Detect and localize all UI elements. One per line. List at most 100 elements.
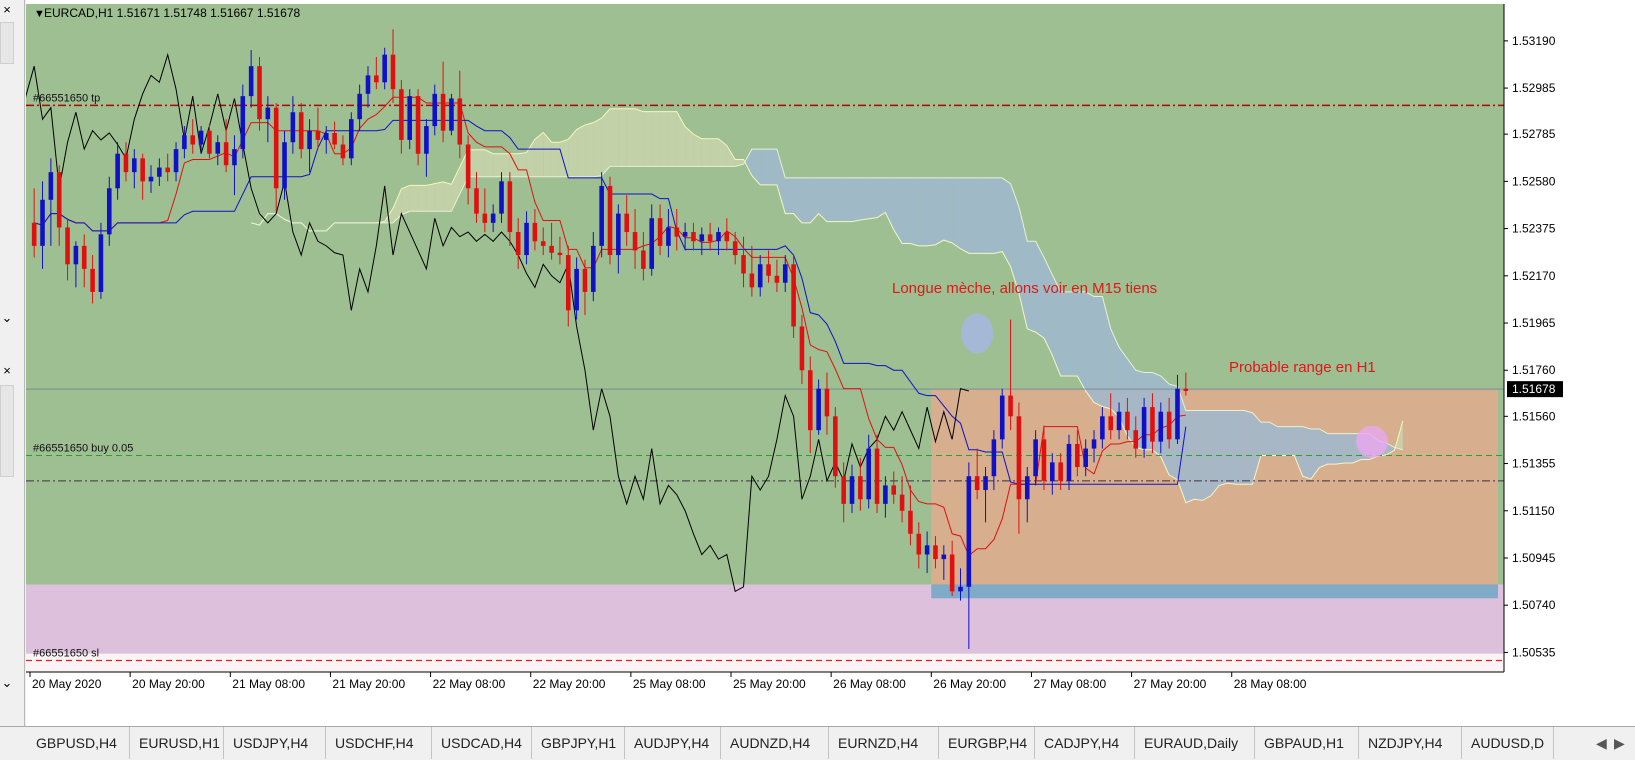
symbol-tab[interactable]: GBPJPY,H1 xyxy=(531,727,625,759)
candle-body xyxy=(782,264,788,283)
candle-body xyxy=(958,586,963,592)
white-zone xyxy=(26,653,1504,672)
kumo-segment xyxy=(918,177,928,246)
navigator-sidebar: × ⌄ × ⌄ xyxy=(0,0,25,726)
kumo-segment xyxy=(559,139,569,177)
kumo-segment xyxy=(1336,433,1345,465)
kumo-segment xyxy=(651,111,661,167)
symbol-tab[interactable]: EURNZD,H4 xyxy=(828,727,939,759)
kumo-segment xyxy=(409,185,419,212)
candle-body xyxy=(899,494,905,511)
candle-body xyxy=(1125,411,1130,431)
time-tick-label: 26 May 08:00 xyxy=(833,677,906,691)
candle-body xyxy=(265,107,271,120)
kumo-segment xyxy=(401,185,410,215)
symbol-tab[interactable]: USDCAD,H4 xyxy=(431,727,532,759)
candle-body xyxy=(65,227,70,265)
candle-body xyxy=(607,185,613,256)
kumo-segment xyxy=(1077,291,1086,391)
candle-body xyxy=(515,232,521,256)
candle-body xyxy=(332,132,337,145)
candle-body xyxy=(290,112,296,143)
price-tick-label: 1.51760 xyxy=(1512,363,1556,377)
symbol-tab[interactable]: AUDUSD,D xyxy=(1461,727,1554,759)
candle-body xyxy=(474,188,479,214)
kumo-segment xyxy=(660,111,669,167)
candle-body xyxy=(649,218,655,269)
candle-body xyxy=(1108,416,1114,431)
kumo-segment xyxy=(977,177,986,254)
kumo-segment xyxy=(443,181,452,212)
tab-scroll-right-icon[interactable]: ▶ xyxy=(1614,727,1625,759)
candle-body xyxy=(716,232,721,242)
kumo-segment xyxy=(768,149,777,185)
range-base-band xyxy=(931,584,1498,599)
candle-body xyxy=(207,130,212,154)
price-chart[interactable]: #66551650 tp #66551650 buy 0.05 #66551650 … xyxy=(0,0,1635,726)
candle-body xyxy=(282,142,287,189)
chevron-down-icon-2[interactable]: ⌄ xyxy=(0,675,14,691)
kumo-segment xyxy=(643,111,652,167)
kumo-segment xyxy=(1302,426,1312,480)
candle-body xyxy=(532,222,538,242)
candle-body xyxy=(565,255,571,311)
candle-body xyxy=(173,149,179,173)
candle-body xyxy=(682,232,688,237)
symbol-tab[interactable]: AUDJPY,H4 xyxy=(624,727,721,759)
symbol-tab[interactable]: GBPUSD,H4 xyxy=(26,727,130,759)
symbol-tab[interactable]: GBPAUD,H1 xyxy=(1254,727,1359,759)
candle-body xyxy=(482,213,488,223)
candle-body xyxy=(732,241,738,256)
chevron-down-icon[interactable]: ⌄ xyxy=(0,310,14,326)
candle-body xyxy=(432,93,438,127)
candle-body xyxy=(1050,462,1055,481)
candle-body xyxy=(799,326,805,371)
kumo-segment xyxy=(1210,410,1220,496)
kumo-segment xyxy=(1060,291,1069,377)
symbol-tab[interactable]: CADJPY,H4 xyxy=(1034,727,1135,759)
symbol-tab[interactable]: NZDJPY,H4 xyxy=(1358,727,1462,759)
symbol-tab[interactable]: EURGBP,H4 xyxy=(938,727,1035,759)
candle-body xyxy=(866,448,871,500)
time-tick-label: 25 May 20:00 xyxy=(733,677,806,691)
kumo-segment xyxy=(985,177,994,254)
candle-body xyxy=(365,75,371,94)
candle-body xyxy=(98,234,104,292)
candle-body xyxy=(40,199,45,246)
symbol-tab[interactable]: USDJPY,H4 xyxy=(223,727,326,759)
annotation-long-wick: Longue mèche, allons voir en M15 tiens xyxy=(892,280,1157,297)
candle-body xyxy=(657,218,663,246)
time-tick-label: 26 May 20:00 xyxy=(933,677,1006,691)
candle-body xyxy=(1033,439,1038,477)
symbol-tab[interactable]: EURUSD,H1 xyxy=(129,727,224,759)
kumo-segment xyxy=(826,177,836,222)
time-tick-label: 21 May 08:00 xyxy=(232,677,305,691)
close-mid-panel-icon[interactable]: × xyxy=(0,363,14,379)
price-tick-label: 1.51150 xyxy=(1512,504,1555,518)
candle-body xyxy=(1016,416,1022,500)
candle-body xyxy=(240,96,246,150)
candle-body xyxy=(632,232,638,251)
close-top-panel-icon[interactable]: × xyxy=(0,2,14,18)
kumo-segment xyxy=(1319,428,1328,468)
candle-body xyxy=(157,167,162,177)
candle-body xyxy=(724,232,730,242)
candle-body xyxy=(190,135,196,145)
candle-body xyxy=(966,476,972,587)
candle-body xyxy=(807,370,813,431)
chart-canvas[interactable]: #66551650 tp #66551650 buy 0.05 #66551650 … xyxy=(0,0,1635,726)
symbol-tab[interactable]: EURAUD,Daily xyxy=(1134,727,1255,759)
kumo-segment xyxy=(785,177,794,214)
symbol-tab[interactable]: AUDNZD,H4 xyxy=(720,727,829,759)
kumo-segment xyxy=(1269,422,1278,456)
candle-body xyxy=(106,188,112,235)
candle-body xyxy=(257,66,262,120)
top-panel-scrollbar[interactable] xyxy=(0,22,14,64)
kumo-segment xyxy=(968,177,978,254)
candle-body xyxy=(699,234,705,242)
kumo-segment xyxy=(534,132,544,177)
candle-body xyxy=(165,167,170,173)
tab-scroll-left-icon[interactable]: ◀ xyxy=(1596,727,1607,759)
mid-panel-scrollbar[interactable] xyxy=(0,385,14,477)
symbol-tab[interactable]: USDCHF,H4 xyxy=(325,727,432,759)
